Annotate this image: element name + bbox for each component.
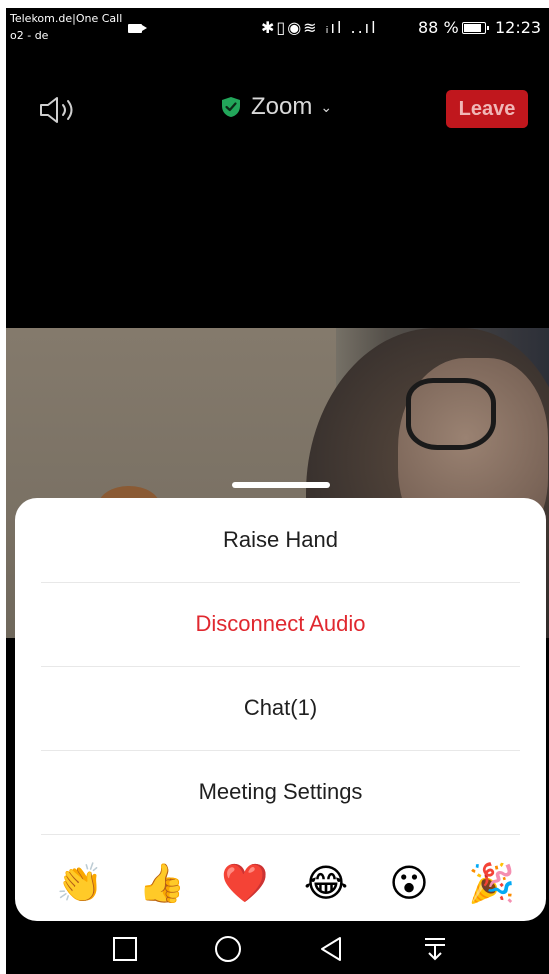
divider [41, 834, 520, 835]
surprised-face-icon[interactable]: 😮 [386, 860, 432, 906]
battery-icon [462, 22, 489, 34]
speaker-icon[interactable] [38, 95, 82, 125]
triangle-back-icon[interactable] [313, 931, 349, 967]
raise-hand-button[interactable]: Raise Hand [15, 498, 546, 582]
system-status-icons: ✱▯◉≋ ᵢıl ..ıl [261, 18, 378, 37]
chevron-down-icon: ⌄ [320, 98, 333, 115]
meeting-top-bar: Zoom ⌄ Leave [6, 80, 549, 136]
party-popper-icon[interactable]: 🎉 [468, 860, 515, 906]
chat-button[interactable]: Chat(1) [15, 666, 546, 750]
heart-icon[interactable]: ❤️ [221, 860, 268, 906]
square-icon[interactable] [107, 931, 143, 967]
android-nav-bar [6, 921, 549, 974]
carrier-secondary: o2 - de [10, 29, 49, 42]
circle-icon[interactable] [210, 931, 246, 967]
clock: 12:23 [495, 18, 542, 37]
more-options-sheet: Raise Hand Disconnect Audio Chat(1) Meet… [15, 498, 546, 921]
video-camera-status-icon [128, 24, 147, 33]
pull-down-icon[interactable] [417, 931, 453, 967]
clapping-hands-icon[interactable]: 👏 [56, 860, 103, 906]
meeting-title: Zoom [251, 93, 313, 120]
disconnect-audio-button[interactable]: Disconnect Audio [15, 582, 546, 666]
meeting-title-button[interactable]: Zoom ⌄ [221, 93, 332, 121]
meeting-settings-button[interactable]: Meeting Settings [15, 750, 546, 834]
shield-check-icon [222, 97, 240, 117]
phone-screen: Telekom.de|One Call o2 - de ✱▯◉≋ ᵢıl ..ı… [6, 8, 549, 974]
status-bar: Telekom.de|One Call o2 - de ✱▯◉≋ ᵢıl ..ı… [6, 8, 549, 48]
leave-button[interactable]: Leave [446, 90, 528, 128]
battery-percent: 88 % [418, 18, 459, 37]
sheet-drag-handle[interactable] [232, 482, 330, 488]
thumbs-up-icon[interactable]: 👍 [138, 860, 185, 906]
tears-of-joy-icon[interactable]: 😂 [303, 860, 349, 906]
carrier-name: Telekom.de|One Call [10, 12, 123, 25]
reactions-row: 👏 👍 ❤️ 😂 😮 🎉 [15, 846, 546, 916]
